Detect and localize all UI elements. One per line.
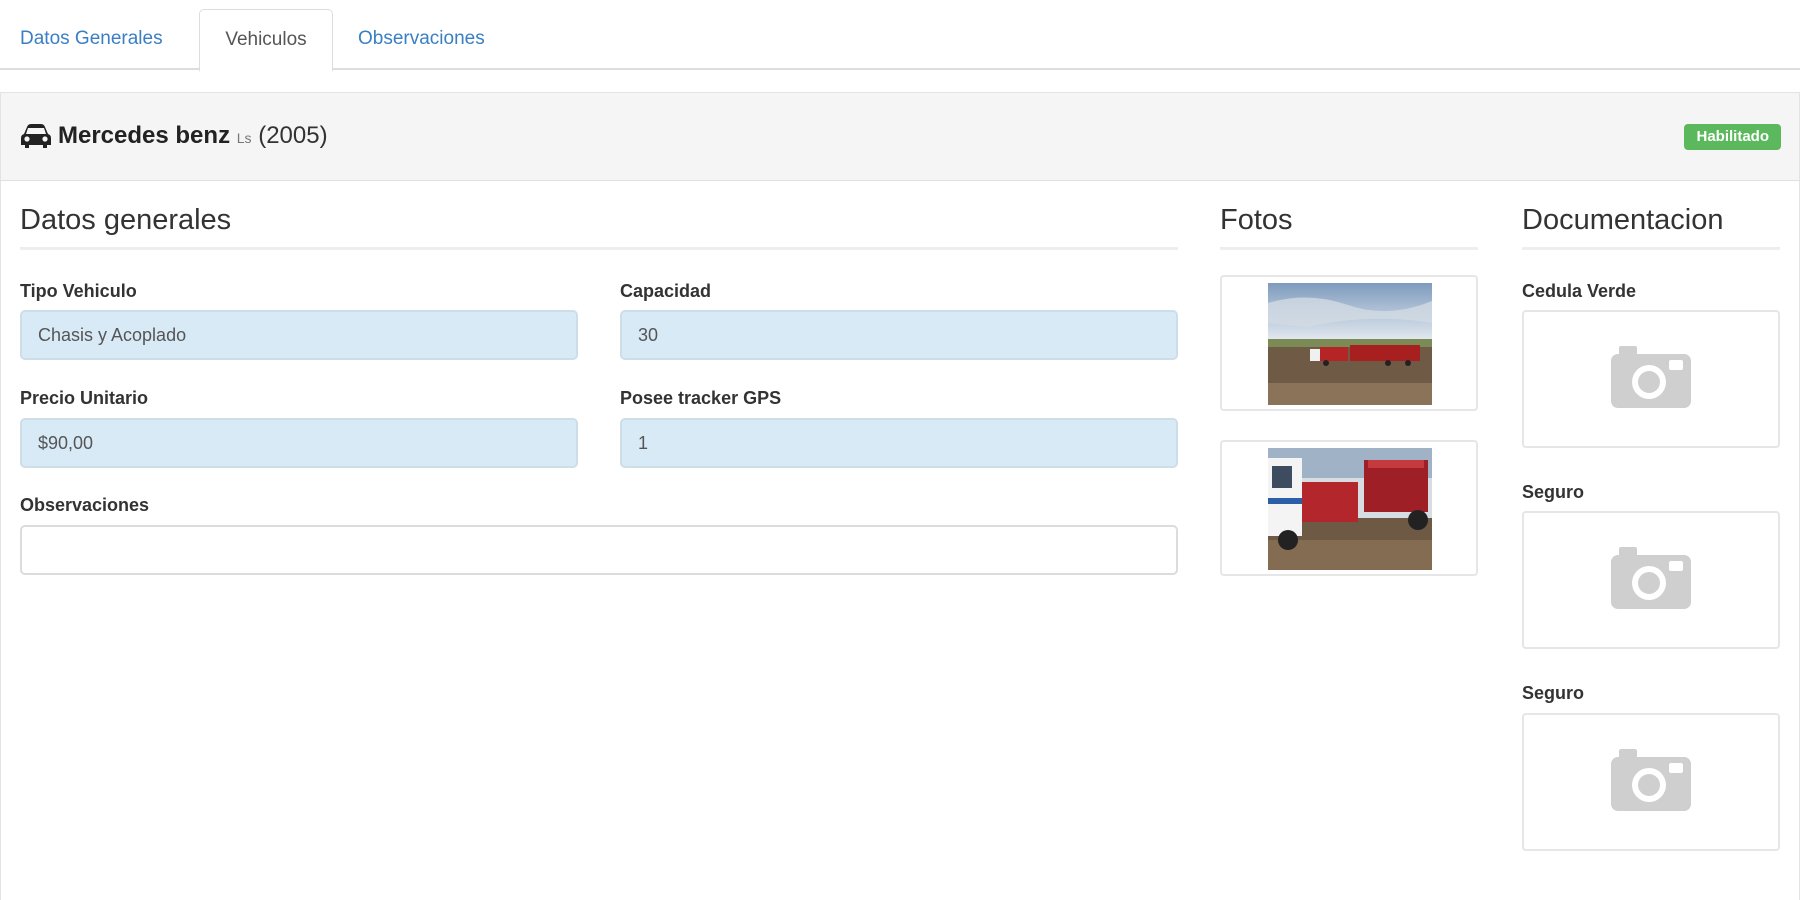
truck-photo-2-image [1268, 448, 1432, 570]
label-cedula-verde: Cedula Verde [1522, 281, 1637, 301]
vehicle-brand: Mercedes benz [58, 122, 231, 149]
vehicle-title: Mercedes benz Ls (2005) [58, 119, 328, 155]
label-tracker-gps: Posee tracker GPS [620, 388, 782, 408]
cedula-verde-upload[interactable] [1522, 310, 1780, 448]
car-icon [21, 124, 51, 148]
seguro-upload-2[interactable] [1522, 713, 1780, 851]
status-badge: Habilitado [1684, 124, 1781, 150]
truck-photo-2[interactable] [1220, 440, 1478, 576]
tab-bar: Datos Generales Vehiculos Observaciones [0, 0, 1800, 72]
seguro-upload-1[interactable] [1522, 511, 1780, 649]
section-title-documentacion: Documentacion [1522, 200, 1780, 250]
section-title-fotos: Fotos [1220, 200, 1478, 250]
label-seguro-1: Seguro [1522, 482, 1585, 502]
label-observaciones: Observaciones [20, 495, 150, 515]
label-precio-unitario: Precio Unitario [20, 388, 149, 408]
tracker-gps-field[interactable]: 1 [620, 418, 1178, 468]
vehicle-year: (2005) [258, 122, 328, 149]
precio-unitario-field[interactable]: $90,00 [20, 418, 578, 468]
vehicle-model: Ls [236, 130, 252, 146]
label-tipo-vehiculo: Tipo Vehiculo [20, 281, 137, 301]
truck-photo-1-image [1268, 283, 1432, 405]
label-seguro-2: Seguro [1522, 683, 1585, 703]
camera-icon [1611, 547, 1691, 609]
camera-icon [1611, 749, 1691, 811]
label-capacidad: Capacidad [620, 281, 712, 301]
vehicle-heading: Mercedes benz Ls (2005) Habilitado [1, 93, 1799, 181]
section-title-datos-generales: Datos generales [20, 200, 1178, 250]
tipo-vehiculo-field[interactable]: Chasis y Acoplado [20, 310, 578, 360]
camera-icon [1611, 346, 1691, 408]
tab-vehiculos[interactable]: Vehiculos [199, 9, 333, 72]
capacidad-field[interactable]: 30 [620, 310, 1178, 360]
tab-observaciones[interactable]: Observaciones [358, 10, 496, 70]
observaciones-field[interactable] [20, 525, 1178, 575]
truck-photo-1[interactable] [1220, 275, 1478, 411]
tab-datos-generales[interactable]: Datos Generales [20, 10, 175, 70]
